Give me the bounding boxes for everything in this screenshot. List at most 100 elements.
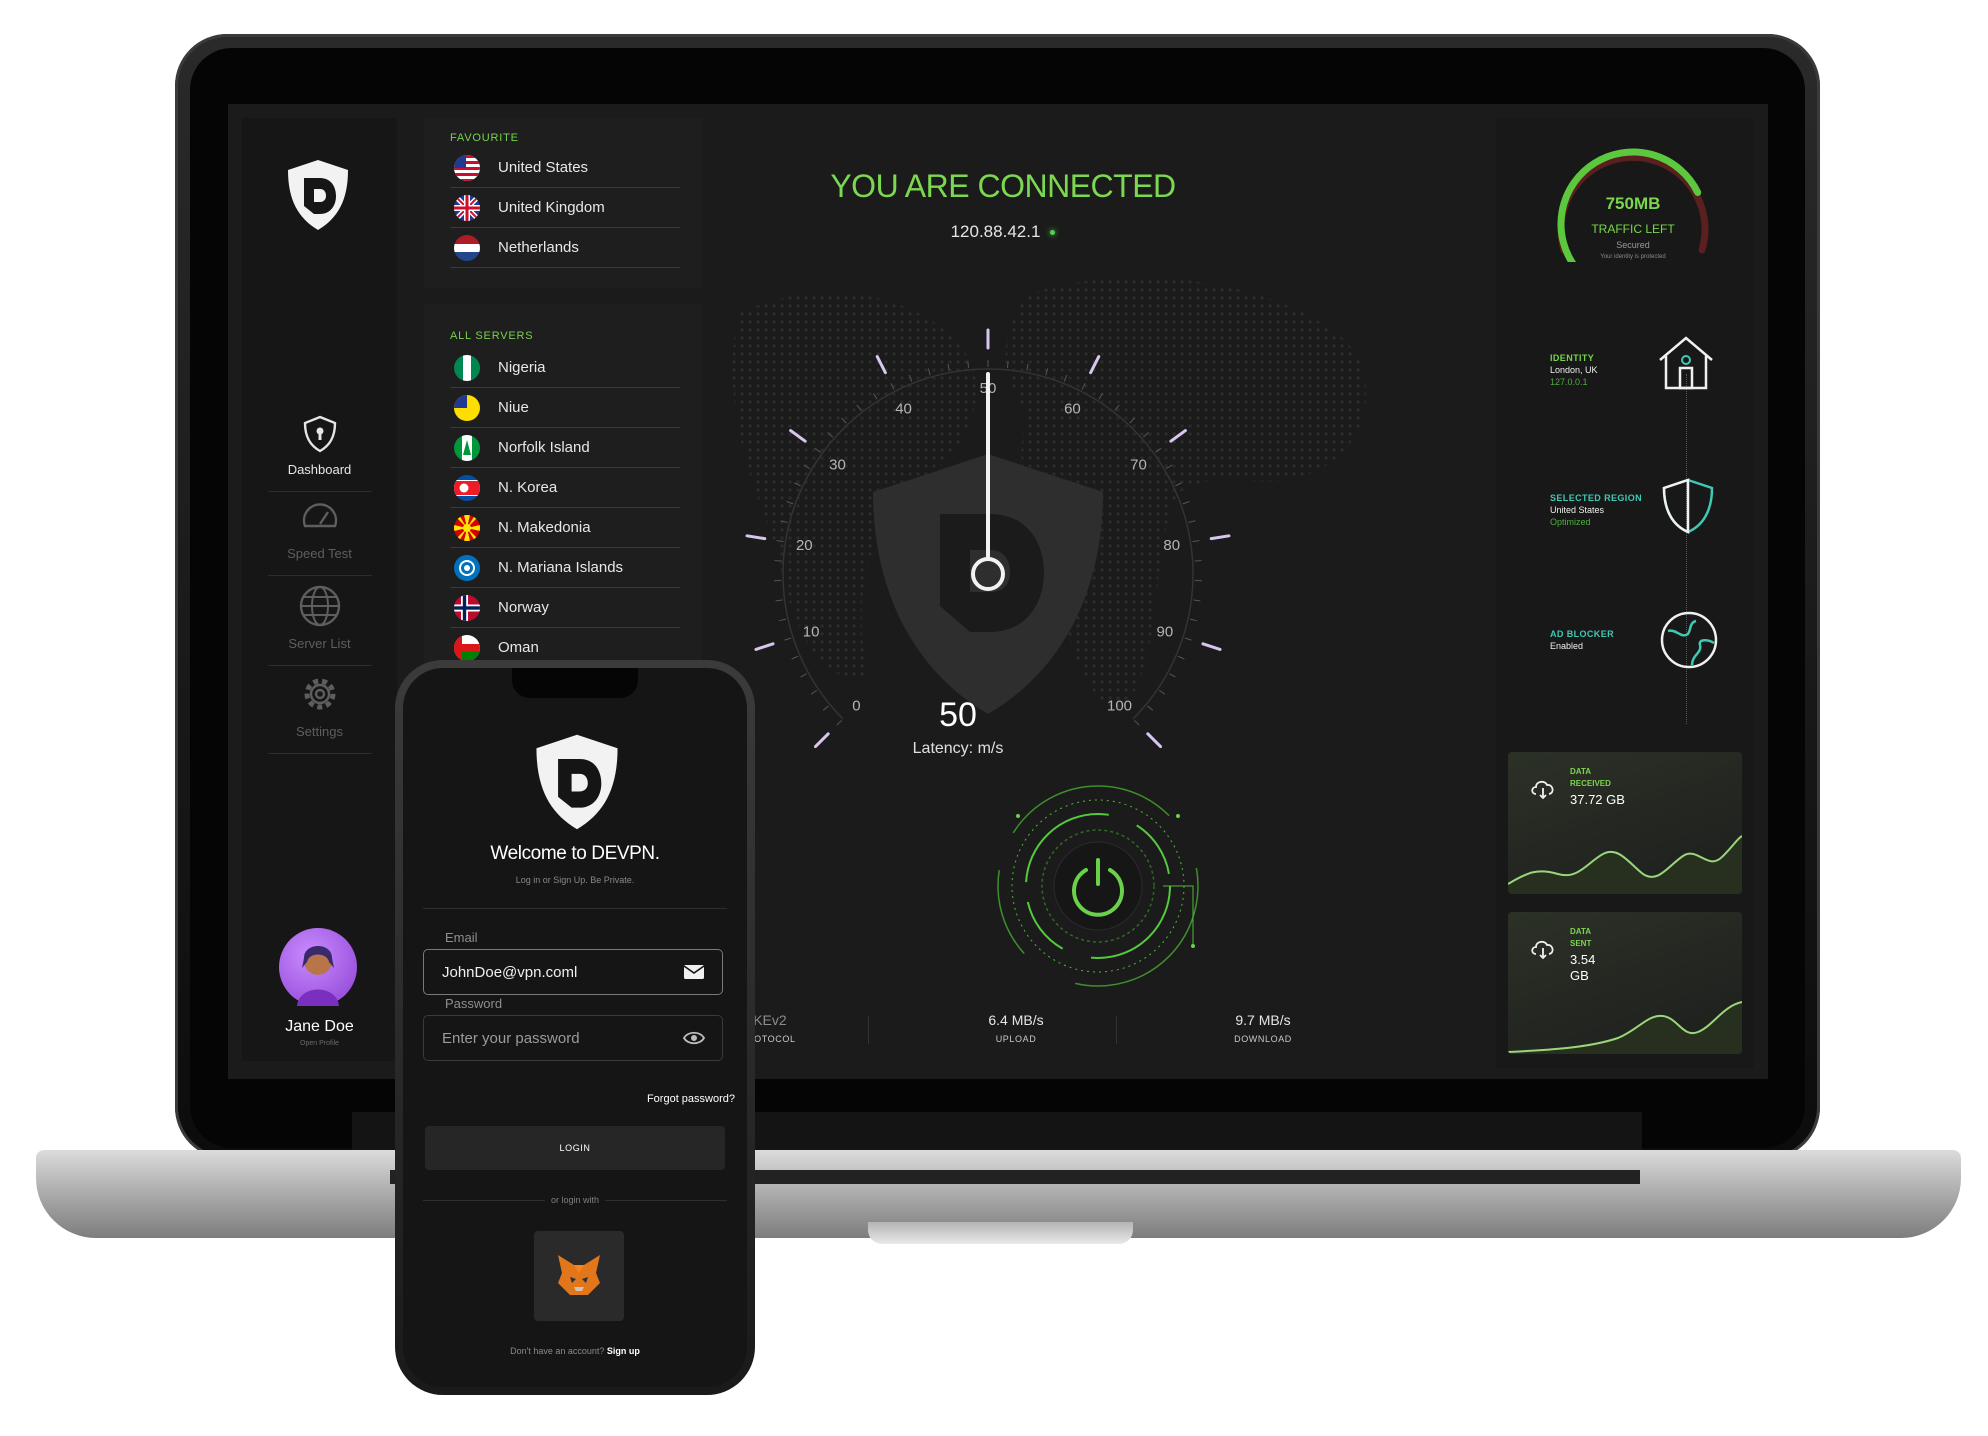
server-item[interactable]: N. Korea — [450, 468, 680, 508]
server-name: N. Mariana Islands — [498, 559, 624, 576]
gauge-minor-tick — [1177, 655, 1185, 660]
gauge-minor-tick — [800, 673, 807, 678]
gauge-major-tick — [813, 732, 830, 749]
all-servers-title: ALL SERVERS — [450, 330, 534, 342]
identity-info: IDENTITY London, UK 127.0.0.1 — [1550, 352, 1598, 388]
divider — [423, 908, 727, 909]
gauge-minor-tick — [1026, 363, 1029, 371]
gauge-major-tick — [1089, 355, 1101, 375]
server-item[interactable]: Norfolk Island — [450, 428, 680, 468]
gauge-minor-tick — [803, 464, 811, 470]
or-login-with: or login with — [403, 1195, 747, 1205]
server-item[interactable]: United States — [450, 148, 680, 188]
globe-icon — [299, 585, 340, 627]
nav-settings-label: Settings — [296, 724, 343, 739]
nav-settings[interactable]: Settings — [242, 672, 397, 754]
server-name: United States — [498, 159, 589, 176]
forgot-password-link[interactable]: Forgot password? — [553, 1093, 735, 1105]
server-item[interactable]: N. Makedonia — [450, 508, 680, 548]
avatar-person-icon — [297, 946, 339, 1006]
server-item[interactable]: United Kingdom — [450, 188, 680, 228]
flag-mp-icon — [454, 555, 480, 581]
gauge-minor-tick — [1006, 360, 1009, 368]
email-label: Email — [445, 930, 478, 945]
connector-line — [1686, 374, 1687, 724]
signup-link[interactable]: Sign up — [607, 1346, 640, 1356]
gauge-minor-tick — [908, 374, 913, 382]
flag-mk-icon — [454, 515, 480, 541]
no-account-text: Don't have an account? — [510, 1346, 605, 1356]
server-name: Niue — [498, 399, 529, 416]
gauge-minor-tick — [794, 482, 801, 487]
or-login-with-text: or login with — [544, 1195, 606, 1205]
metamask-login-button[interactable] — [534, 1231, 624, 1321]
gauge-minor-tick — [827, 432, 834, 438]
password-field[interactable] — [423, 1015, 723, 1061]
gauge-minor-tick — [872, 393, 878, 400]
server-item[interactable]: Nigeria — [450, 348, 680, 388]
email-field[interactable] — [423, 949, 723, 995]
stat-divider — [1116, 1016, 1117, 1044]
server-name: Netherlands — [498, 239, 579, 256]
gauge-minor-tick — [1098, 393, 1104, 400]
gauge-minor-tick — [1147, 705, 1154, 711]
shield-icon — [1662, 478, 1714, 534]
nav-speed-test-label: Speed Test — [287, 546, 352, 561]
server-item[interactable]: Norway — [450, 588, 680, 628]
gauge-tick-label: 10 — [803, 623, 820, 640]
gauge-minor-tick — [856, 404, 862, 411]
nav-speed-test[interactable]: Speed Test — [242, 498, 397, 576]
identity-location: London, UK — [1550, 365, 1598, 375]
gauge-minor-tick — [1188, 520, 1196, 524]
nav-separator — [267, 575, 372, 576]
mobile-subtitle: Log in or Sign Up. Be Private. — [515, 875, 635, 885]
server-item[interactable]: N. Mariana Islands — [450, 548, 680, 588]
devpn-logo-icon — [536, 734, 618, 830]
devpn-logo-icon — [288, 160, 348, 230]
stat-value: 6.4 MB/s — [988, 1012, 1044, 1028]
login-button[interactable]: LOGIN — [425, 1126, 725, 1170]
nav-dashboard[interactable]: Dashboard — [242, 414, 397, 492]
avatar[interactable] — [279, 928, 357, 1006]
server-name: Nigeria — [498, 359, 546, 376]
signup-row: Don't have an account? Sign up — [403, 1346, 747, 1356]
user-name: Jane Doe — [285, 1018, 354, 1035]
gauge-minor-tick — [1169, 673, 1176, 678]
ad-blocker-status: Enabled — [1550, 641, 1584, 651]
password-label: Password — [445, 996, 503, 1011]
eye-icon[interactable] — [683, 1030, 705, 1046]
stat-label: UPLOAD — [995, 1034, 1037, 1044]
laptop-notch — [868, 1222, 1133, 1244]
mobile-login-screen: Welcome to DEVPN. Log in or Sign Up. Be … — [403, 668, 747, 1387]
nav-server-list[interactable]: Server List — [242, 584, 397, 666]
gauge-minor-tick — [1134, 720, 1140, 726]
power-button[interactable] — [958, 776, 1238, 996]
region-info: SELECTED REGION United States Optimized — [1550, 492, 1642, 528]
stat-value: 9.7 MB/s — [1235, 1012, 1291, 1028]
server-item[interactable]: Niue — [450, 388, 680, 428]
gauge-major-tick — [1169, 429, 1187, 443]
traffic-value: 750MB — [1605, 194, 1661, 213]
gauge-major-tick — [754, 642, 775, 651]
region-title: SELECTED REGION — [1550, 493, 1643, 503]
ad-blocker-info: AD BLOCKER Enabled — [1550, 628, 1614, 652]
favourite-panel: FAVOURITE United States United Kingdom N… — [424, 118, 702, 288]
gauge-minor-tick — [776, 540, 784, 543]
flag-kp-icon — [454, 475, 480, 501]
data-sent-card: DATA SENT 3.54 GB — [1508, 912, 1742, 1054]
server-item[interactable]: Netherlands — [450, 228, 680, 268]
flag-nf-icon — [454, 435, 480, 461]
speedometer-icon — [302, 503, 337, 528]
gauge-minor-tick — [1114, 404, 1120, 411]
data-sent-label: DATA SENT — [1570, 926, 1591, 950]
gauge-minor-tick — [967, 360, 970, 368]
gauge-minor-tick — [786, 501, 794, 505]
gauge-tick-label: 30 — [829, 457, 846, 474]
gauge-major-tick — [745, 534, 767, 541]
mobile-title: Welcome to DEVPN. — [490, 843, 660, 864]
flag-om-icon — [454, 635, 480, 661]
open-profile-link[interactable]: Open Profile — [242, 1040, 397, 1047]
speed-value: 50 — [939, 696, 977, 734]
gauge-minor-tick — [927, 368, 931, 376]
gauge-minor-tick — [1193, 599, 1201, 602]
